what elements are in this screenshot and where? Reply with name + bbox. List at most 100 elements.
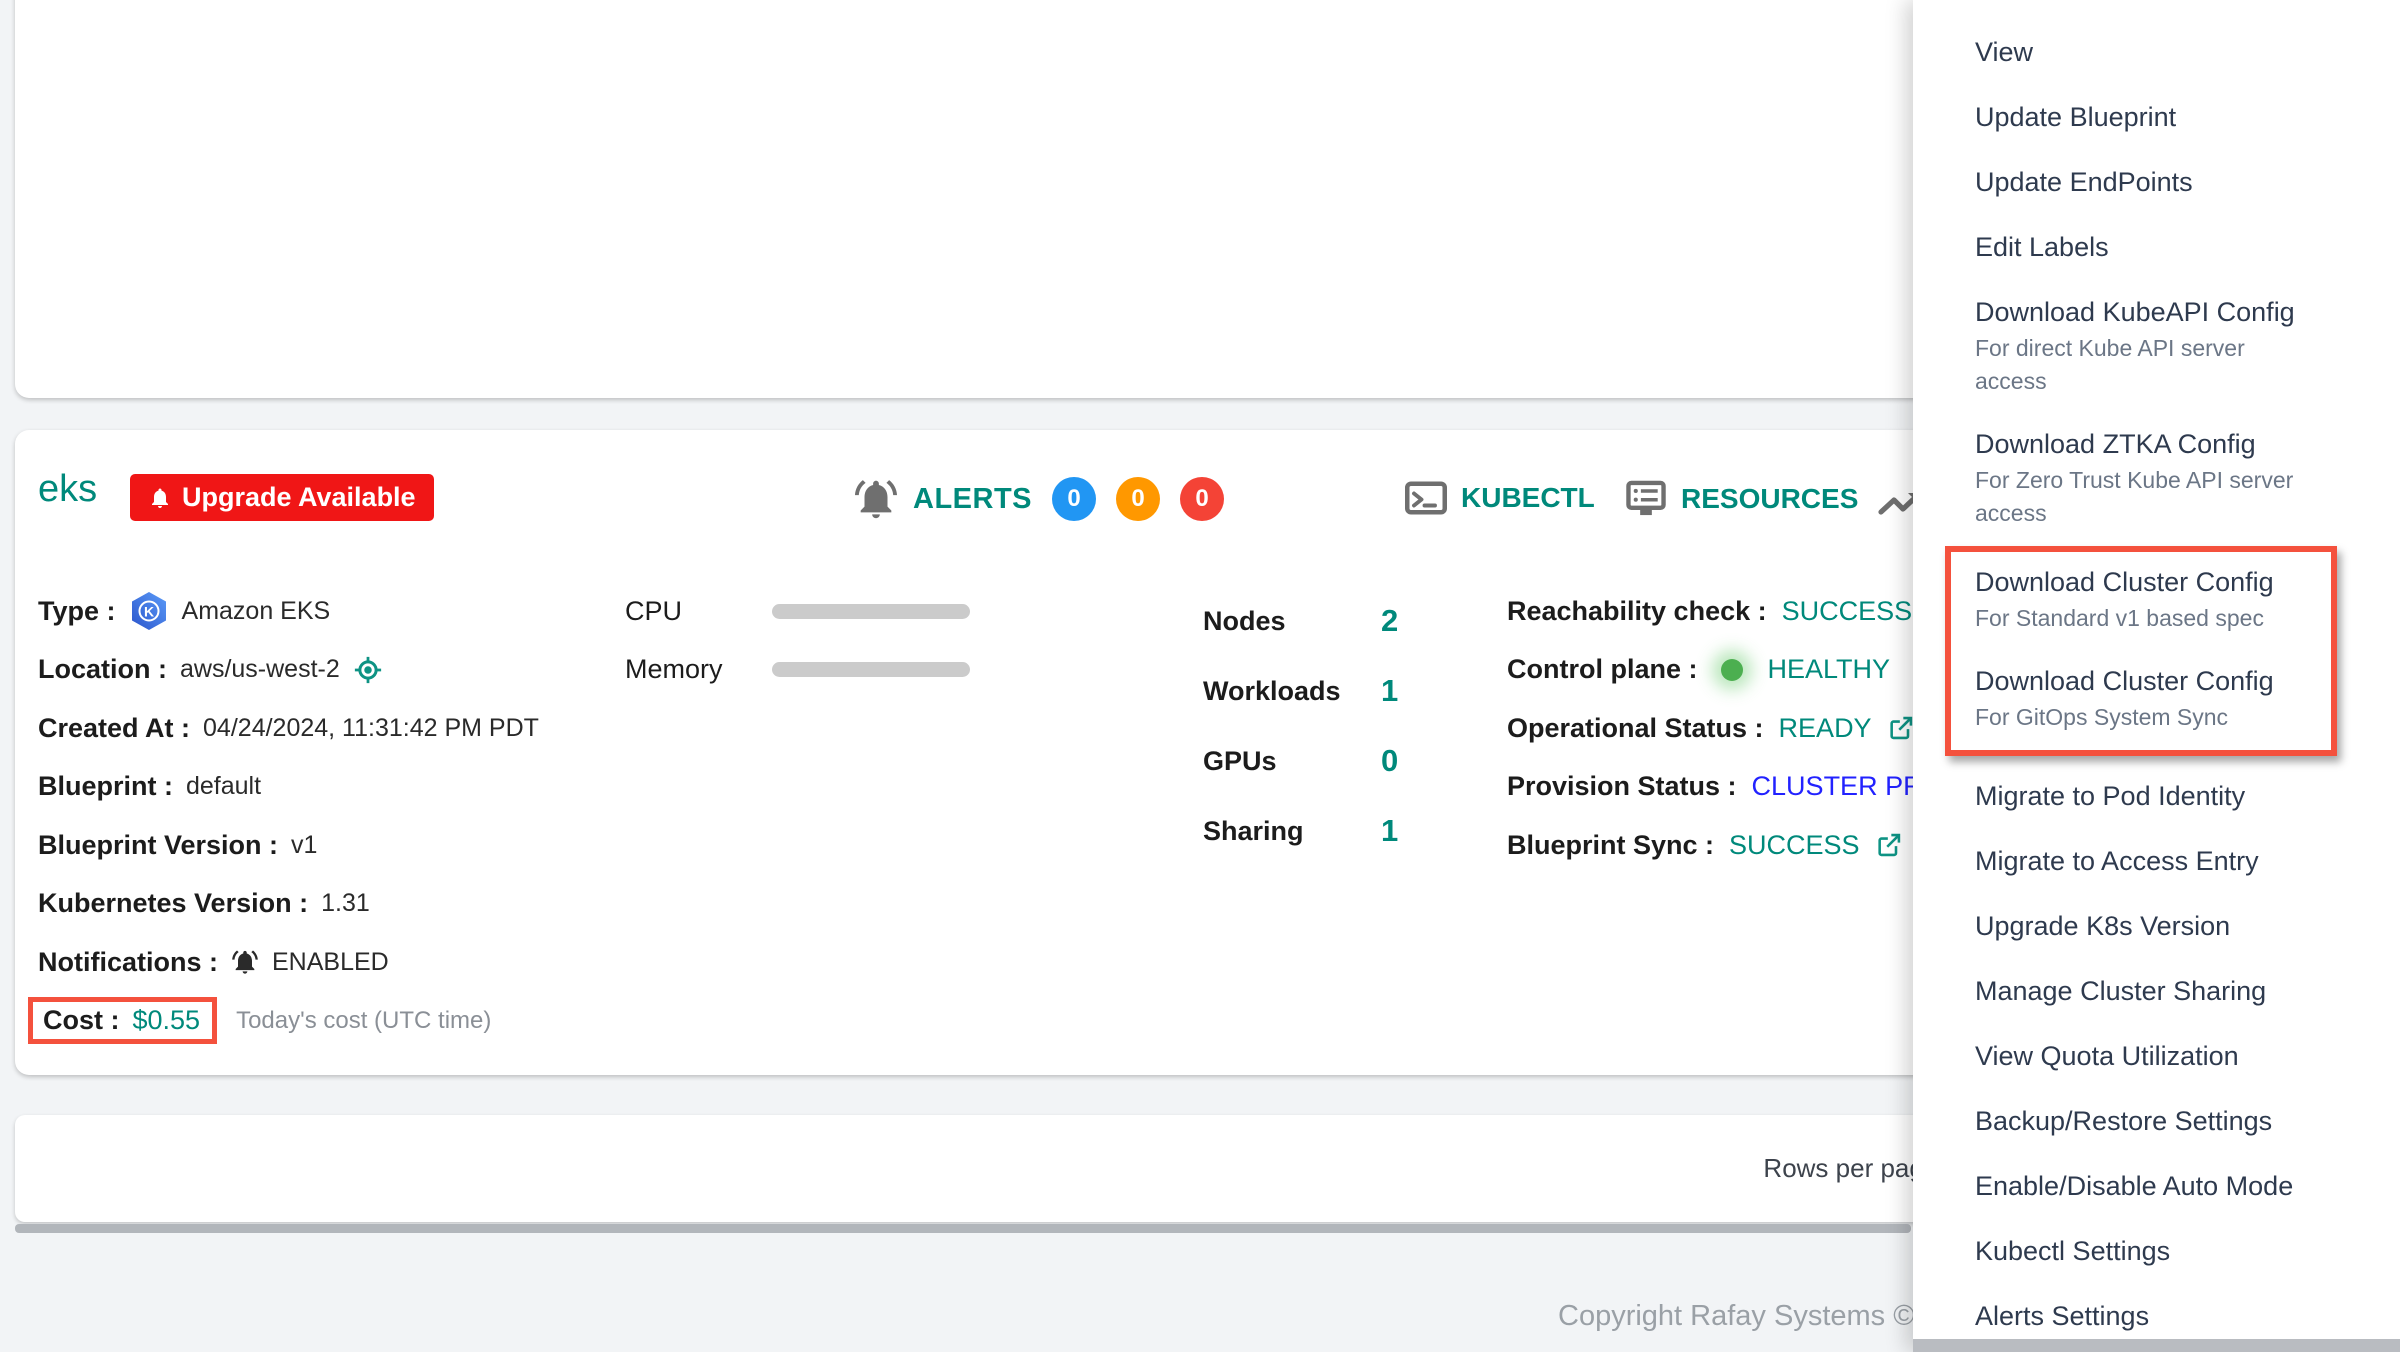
- detail-blueprint: Blueprint : default: [38, 758, 539, 817]
- detail-kubernetes-version: Kubernetes Version : 1.31: [38, 875, 539, 934]
- location-value: aws/us-west-2: [180, 655, 340, 684]
- upgrade-available-badge[interactable]: Upgrade Available: [130, 474, 434, 521]
- detail-location: Location : aws/us-west-2: [38, 641, 539, 700]
- blueprint-sync-label: Blueprint Sync :: [1507, 830, 1714, 861]
- menu-item-download-cluster-config-standard[interactable]: Download Cluster Config For Standard v1 …: [1951, 552, 2331, 651]
- provision-status-row: Provision Status : CLUSTER PRO: [1507, 758, 1944, 817]
- cost-value: $0.55: [133, 1005, 201, 1036]
- bell-icon: [148, 486, 172, 510]
- gpus-value[interactable]: 0: [1381, 743, 1398, 779]
- memory-usage-row: Memory: [625, 641, 970, 700]
- blueprint-value: default: [186, 772, 261, 801]
- menu-item-manage-cluster-sharing[interactable]: Manage Cluster Sharing: [1913, 959, 2400, 1024]
- menu-item-download-kubeapi-config[interactable]: Download KubeAPI Config For direct Kube …: [1913, 280, 2400, 412]
- download-cluster-config-highlight-box: Download Cluster Config For Standard v1 …: [1945, 546, 2337, 756]
- blueprint-sync-row: Blueprint Sync : SUCCESS: [1507, 816, 1944, 875]
- external-link-icon[interactable]: [1875, 831, 1903, 859]
- control-plane-row: Control plane : HEALTHY: [1507, 641, 1944, 700]
- cpu-usage-bar: [772, 604, 970, 619]
- menu-item-update-blueprint[interactable]: Update Blueprint: [1913, 85, 2400, 150]
- detail-created-at: Created At : 04/24/2024, 11:31:42 PM PDT: [38, 699, 539, 758]
- menu-item-backup-restore-settings[interactable]: Backup/Restore Settings: [1913, 1089, 2400, 1154]
- menu-item-enable-disable-auto-mode[interactable]: Enable/Disable Auto Mode: [1913, 1154, 2400, 1219]
- eks-hexagon-icon: K: [129, 590, 169, 632]
- sharing-row: Sharing 1: [1203, 796, 1398, 866]
- horizontal-scrollbar[interactable]: [15, 1224, 1911, 1233]
- sharing-value[interactable]: 1: [1381, 813, 1398, 849]
- alerts-label: ALERTS: [913, 483, 1032, 516]
- svg-text:K: K: [143, 604, 153, 620]
- detail-type: Type : K Amazon EKS: [38, 582, 539, 641]
- blueprint-label: Blueprint :: [38, 771, 173, 802]
- kubectl-button[interactable]: KUBECTL: [1405, 480, 1595, 516]
- reachability-label: Reachability check :: [1507, 596, 1767, 627]
- alert-count-warning[interactable]: 0: [1116, 477, 1160, 521]
- menu-item-migrate-pod-identity[interactable]: Migrate to Pod Identity: [1913, 764, 2400, 829]
- cluster-name[interactable]: eks: [38, 468, 97, 511]
- nodes-label: Nodes: [1203, 606, 1381, 637]
- notifications-label: Notifications :: [38, 947, 218, 978]
- created-at-value: 04/24/2024, 11:31:42 PM PDT: [203, 714, 539, 743]
- kubernetes-version-label: Kubernetes Version :: [38, 888, 308, 919]
- reachability-value: SUCCESS: [1782, 596, 1913, 627]
- blueprint-version-label: Blueprint Version :: [38, 830, 278, 861]
- control-plane-value: HEALTHY: [1768, 654, 1891, 685]
- status-section: Reachability check : SUCCESS L Control p…: [1507, 582, 1944, 875]
- terminal-icon: [1405, 480, 1447, 516]
- counters-section: Nodes 2 Workloads 1 GPUs 0 Sharing 1: [1203, 586, 1398, 866]
- operational-status-value: READY: [1779, 713, 1872, 744]
- operational-status-label: Operational Status :: [1507, 713, 1764, 744]
- menu-item-migrate-access-entry[interactable]: Migrate to Access Entry: [1913, 829, 2400, 894]
- provision-status-label: Provision Status :: [1507, 771, 1737, 802]
- menu-item-edit-labels[interactable]: Edit Labels: [1913, 215, 2400, 280]
- kubectl-label: KUBECTL: [1461, 482, 1595, 514]
- monitor-list-icon: [1625, 480, 1667, 518]
- cpu-usage-row: CPU: [625, 582, 970, 641]
- bell-ring-icon: [853, 476, 899, 522]
- cpu-label: CPU: [625, 596, 772, 627]
- workloads-label: Workloads: [1203, 676, 1381, 707]
- gpus-label: GPUs: [1203, 746, 1381, 777]
- resources-button[interactable]: RESOURCES: [1625, 480, 1858, 518]
- menu-item-download-ztka-config[interactable]: Download ZTKA Config For Zero Trust Kube…: [1913, 412, 2400, 544]
- bell-ring-icon: [231, 948, 259, 976]
- menu-scrollbar[interactable]: [1913, 1339, 2400, 1352]
- reachability-row: Reachability check : SUCCESS L: [1507, 582, 1944, 641]
- created-at-label: Created At :: [38, 713, 190, 744]
- cost-label: Cost :: [43, 1005, 120, 1036]
- kubernetes-version-value: 1.31: [321, 889, 370, 918]
- menu-item-upgrade-k8s-version[interactable]: Upgrade K8s Version: [1913, 894, 2400, 959]
- nodes-row: Nodes 2: [1203, 586, 1398, 656]
- operational-status-row: Operational Status : READY: [1507, 699, 1944, 758]
- nodes-value[interactable]: 2: [1381, 603, 1398, 639]
- workloads-row: Workloads 1: [1203, 656, 1398, 726]
- detail-notifications: Notifications : ENABLED: [38, 933, 539, 992]
- upgrade-badge-label: Upgrade Available: [182, 482, 416, 513]
- type-label: Type :: [38, 596, 116, 627]
- detail-blueprint-version: Blueprint Version : v1: [38, 816, 539, 875]
- cost-suffix: Today's cost (UTC time): [236, 1007, 491, 1035]
- alert-count-info[interactable]: 0: [1052, 477, 1096, 521]
- sharing-label: Sharing: [1203, 816, 1381, 847]
- alert-count-critical[interactable]: 0: [1180, 477, 1224, 521]
- copyright-text: Copyright Rafay Systems © 2: [1558, 1300, 1939, 1333]
- blueprint-sync-value: SUCCESS: [1729, 830, 1860, 861]
- menu-item-download-cluster-config-gitops[interactable]: Download Cluster Config For GitOps Syste…: [1951, 651, 2331, 750]
- resources-label: RESOURCES: [1681, 483, 1858, 515]
- healthy-dot-icon: [1721, 659, 1743, 681]
- detail-cost: Cost : $0.55 Today's cost (UTC time): [38, 992, 539, 1051]
- menu-item-update-endpoints[interactable]: Update EndPoints: [1913, 150, 2400, 215]
- menu-item-kubectl-settings[interactable]: Kubectl Settings: [1913, 1219, 2400, 1284]
- location-label: Location :: [38, 654, 167, 685]
- menu-item-view[interactable]: View: [1913, 20, 2400, 85]
- menu-item-view-quota-utilization[interactable]: View Quota Utilization: [1913, 1024, 2400, 1089]
- cluster-details: Type : K Amazon EKS Location : aws/us-we…: [38, 582, 539, 1050]
- alerts-group[interactable]: ALERTS 0 0 0: [853, 476, 1224, 522]
- blueprint-version-value: v1: [291, 831, 317, 860]
- memory-label: Memory: [625, 654, 772, 685]
- gps-target-icon[interactable]: [353, 655, 383, 685]
- external-link-icon[interactable]: [1887, 714, 1915, 742]
- workloads-value[interactable]: 1: [1381, 673, 1398, 709]
- notifications-value: ENABLED: [272, 948, 389, 977]
- gpus-row: GPUs 0: [1203, 726, 1398, 796]
